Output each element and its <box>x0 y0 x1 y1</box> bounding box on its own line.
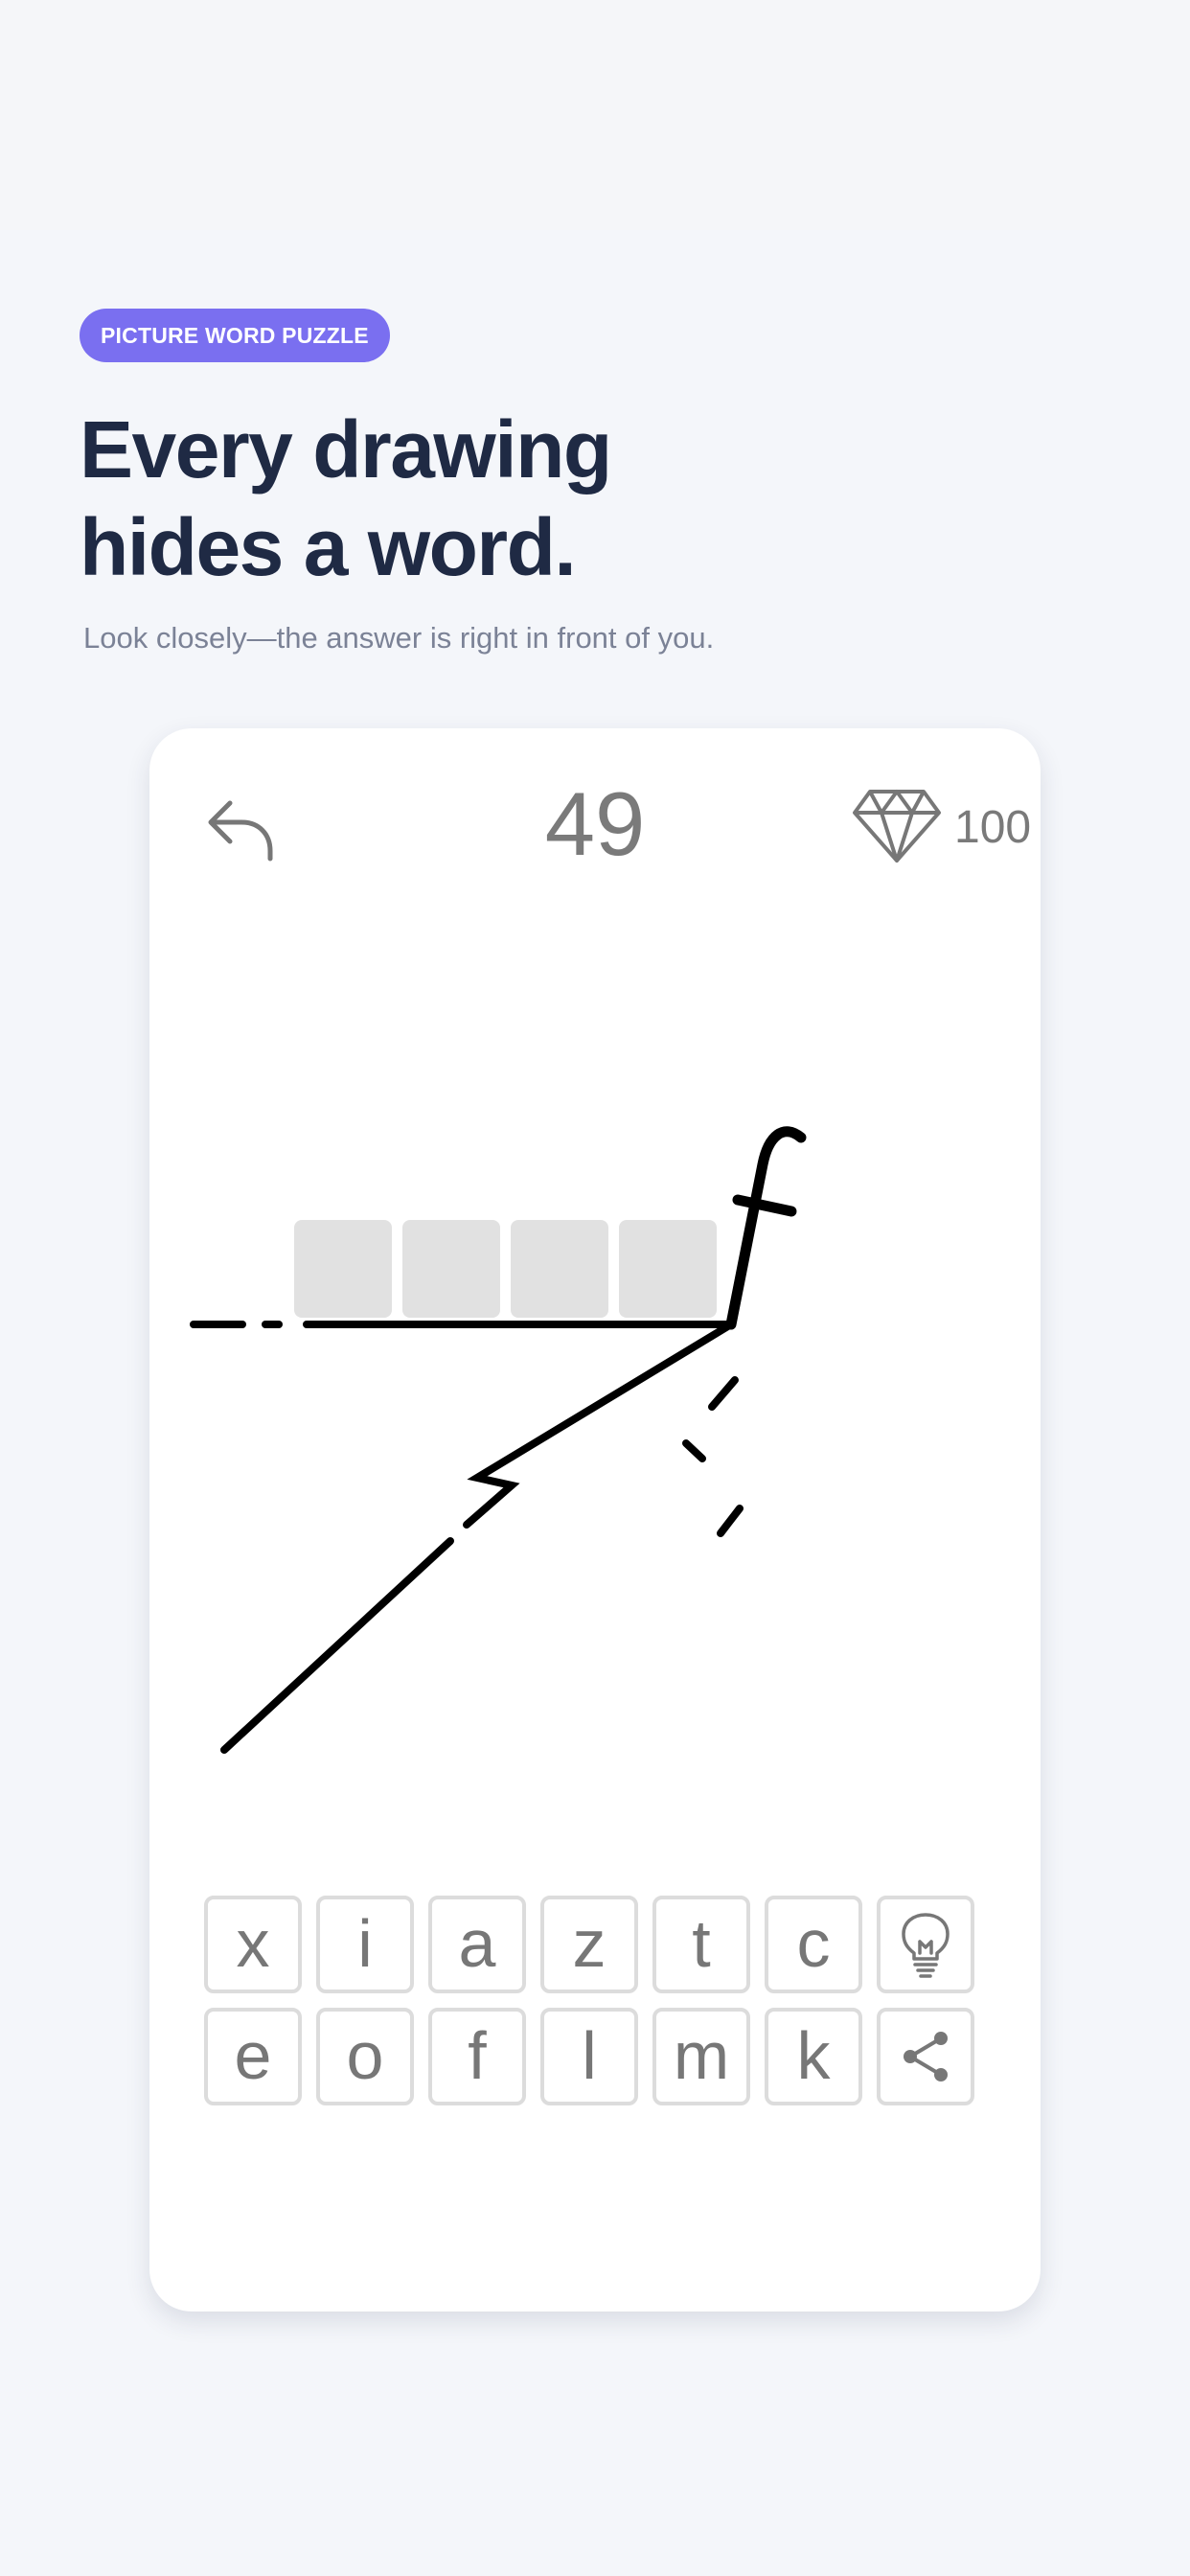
diamond-icon <box>853 790 941 862</box>
letter-key-f[interactable]: f <box>428 2008 526 2105</box>
drawing-tick-1 <box>708 1376 739 1411</box>
answer-slot-4[interactable] <box>619 1220 717 1318</box>
drawing-diagonal-upper <box>463 1321 735 1529</box>
letter-key-x[interactable]: x <box>204 1896 302 1993</box>
answer-slot-2[interactable] <box>402 1220 500 1318</box>
drawing-tick-2 <box>682 1439 706 1462</box>
answer-slot-1[interactable] <box>294 1220 392 1318</box>
subtitle: Look closely—the answer is right in fron… <box>83 621 715 655</box>
letter-key-o[interactable]: o <box>316 2008 414 2105</box>
letter-key-l[interactable]: l <box>540 2008 638 2105</box>
hint-button[interactable] <box>877 1896 974 1993</box>
drawing-diagonal-lower <box>220 1537 454 1754</box>
letter-key-t[interactable]: t <box>652 1896 750 1993</box>
share-button[interactable] <box>877 2008 974 2105</box>
letter-key-m[interactable]: m <box>652 2008 750 2105</box>
top-band <box>0 0 1190 230</box>
drawing-tick-3 <box>717 1505 744 1537</box>
game-card: 49 100 x i a z t c e o f l m k <box>149 728 1041 2312</box>
headline-line-2: hides a word. <box>80 502 577 592</box>
lightbulb-icon <box>902 1913 950 1978</box>
letter-key-k[interactable]: k <box>765 2008 862 2105</box>
headline-line-1: Every drawing <box>80 404 612 494</box>
letter-key-i[interactable]: i <box>316 1896 414 1993</box>
coin-count: 100 <box>954 802 1032 853</box>
drawing-letter-f <box>725 1126 807 1330</box>
answer-slot-3[interactable] <box>511 1220 608 1318</box>
headline: Every drawing hides a word. <box>80 401 612 596</box>
share-icon <box>904 2032 948 2082</box>
letter-key-c[interactable]: c <box>765 1896 862 1993</box>
letter-key-z[interactable]: z <box>540 1896 638 1993</box>
letter-key-a[interactable]: a <box>428 1896 526 1993</box>
category-badge: PICTURE WORD PUZZLE <box>80 309 390 362</box>
letter-key-e[interactable]: e <box>204 2008 302 2105</box>
